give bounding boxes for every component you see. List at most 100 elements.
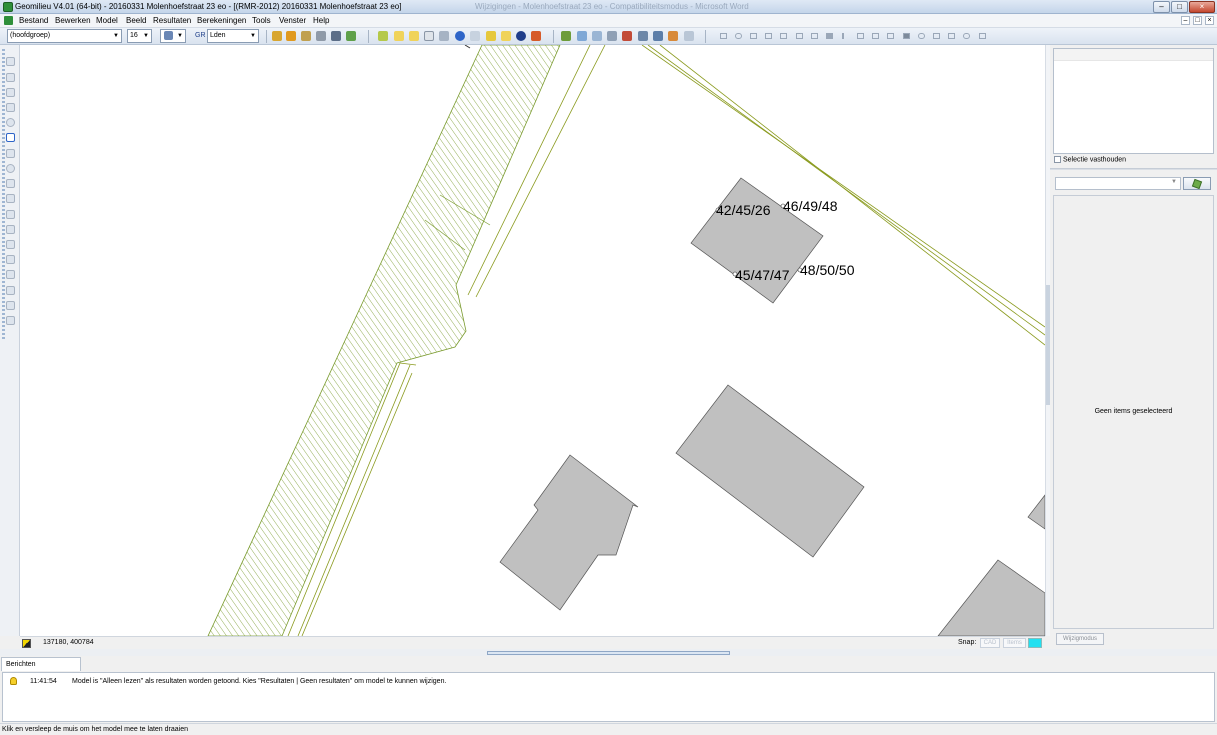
offset-icon[interactable] [6,301,15,310]
keep-selection-row[interactable]: Selectie vasthouden [1054,156,1126,163]
snap-cad-toggle[interactable]: CAD [980,638,1000,648]
group-select[interactable]: (hoofdgroep) ▼ [7,29,122,43]
menu-tools[interactable]: Tools [252,16,271,25]
metric-select[interactable]: Lden ▼ [207,29,259,43]
property-grid[interactable]: Geen items geselecteerd [1053,195,1214,629]
toolbar-grip[interactable] [2,49,5,339]
rectangle-tool-icon[interactable] [750,33,757,39]
vertical-line-tool-icon[interactable] [842,33,844,39]
move-point-icon[interactable] [6,210,15,219]
minimize-button[interactable]: – [1153,1,1170,13]
edit-mode-button[interactable]: Wijzigmodus [1056,633,1104,645]
open-folder-icon[interactable] [394,31,404,41]
map-canvas[interactable]: 42/45/26 46/49/48 45/47/47 48/50/50 [20,45,1045,636]
pan-icon[interactable] [622,31,632,41]
model-icon[interactable] [331,31,341,41]
note-icon[interactable] [501,31,511,41]
remove-icon[interactable] [6,164,15,173]
wedge-tool-icon[interactable] [857,33,864,39]
measure-icon[interactable] [6,149,15,158]
menu-berekeningen[interactable]: Berekeningen [197,16,246,25]
results-icon[interactable] [301,31,311,41]
mdi-restore-button[interactable]: □ [1193,16,1202,25]
grid-calc-icon[interactable] [286,31,296,41]
color-drop-icon[interactable] [516,31,526,41]
select-arrow-icon[interactable] [561,31,571,41]
reverse-icon[interactable] [6,316,15,325]
keep-selection-checkbox[interactable] [1054,156,1061,163]
folder-icon[interactable] [409,31,419,41]
point-tool-icon[interactable] [735,33,742,39]
zoom-window-icon[interactable] [577,31,587,41]
legend-icon[interactable] [22,639,31,648]
split-view-icon[interactable] [684,31,694,41]
fullscreen-icon[interactable] [653,31,663,41]
chevron-tool-icon[interactable] [887,33,894,39]
palette-icon[interactable] [531,31,541,41]
zoom-extents-icon[interactable] [638,31,648,41]
polyline-tool-icon[interactable] [780,33,787,39]
info-icon[interactable] [455,31,465,41]
document-icon[interactable] [4,16,13,25]
add-point-icon[interactable] [6,194,15,203]
panel-splitter[interactable] [1050,168,1217,170]
join-icon[interactable] [6,255,15,264]
angle-tool-icon[interactable] [872,33,879,39]
node-tool-icon[interactable] [963,33,970,39]
dash-tool-icon[interactable] [933,33,940,39]
rotate-3d-icon[interactable] [668,31,678,41]
tab-berichten[interactable]: Berichten [1,657,81,671]
measure-tool-icon[interactable] [979,33,986,39]
copy-icon[interactable] [6,73,15,82]
fill-tool-icon[interactable] [826,33,833,39]
line-tool-icon[interactable] [720,33,727,39]
mdi-minimize-button[interactable]: – [1181,16,1190,25]
duplicate-icon[interactable] [6,103,15,112]
dot-tool-icon[interactable] [918,33,925,39]
menu-help[interactable]: Help [313,16,329,25]
mdi-close-button[interactable]: × [1205,16,1214,25]
menu-model[interactable]: Model [96,16,118,25]
triangle-tool-icon[interactable] [903,33,910,39]
print-icon[interactable] [316,31,326,41]
document-icon[interactable] [424,31,434,41]
zoom-in-icon[interactable] [592,31,602,41]
item-type-select[interactable]: ▼ [1055,177,1181,190]
splitter-handle[interactable] [487,651,730,655]
menu-beeld[interactable]: Beeld [126,16,146,25]
move-icon[interactable] [6,57,15,66]
building[interactable] [690,177,824,304]
building[interactable] [499,454,639,611]
building[interactable] [937,559,1045,636]
menu-bestand[interactable]: Bestand [19,16,48,25]
zoom-out-icon[interactable] [607,31,617,41]
table-icon[interactable] [439,31,449,41]
export-icon[interactable] [346,31,356,41]
pencil-icon[interactable] [486,31,496,41]
layer-style-select[interactable]: ▼ [160,29,186,43]
new-item-icon[interactable] [378,31,388,41]
maximize-button[interactable]: □ [1171,1,1188,13]
square-tool-icon[interactable] [796,33,803,39]
selection-list[interactable] [1053,48,1214,154]
edit-properties-button[interactable] [1183,177,1211,190]
snap-color-swatch[interactable] [1028,638,1042,648]
back-tool-icon[interactable] [948,33,955,39]
building[interactable] [1027,494,1045,530]
delete-icon[interactable] [6,118,15,127]
snap-items-toggle[interactable]: Items [1003,638,1026,648]
font-size-select[interactable]: 16 ▼ [127,29,152,43]
building[interactable] [675,384,865,558]
paste-icon[interactable] [6,88,15,97]
split-icon[interactable] [6,240,15,249]
horizontal-splitter[interactable] [0,649,1217,656]
grid-tool-icon[interactable] [811,33,818,39]
messages-list[interactable]: 11:41:54 Model is "Alleen lezen" als res… [2,672,1215,722]
rotate-icon[interactable] [6,179,15,188]
menu-bewerken[interactable]: Bewerken [55,16,91,25]
menu-resultaten[interactable]: Resultaten [153,16,191,25]
align-icon[interactable] [6,270,15,279]
height-icon[interactable] [6,286,15,295]
polygon-tool-icon[interactable] [765,33,772,39]
close-button[interactable]: × [1189,1,1215,13]
